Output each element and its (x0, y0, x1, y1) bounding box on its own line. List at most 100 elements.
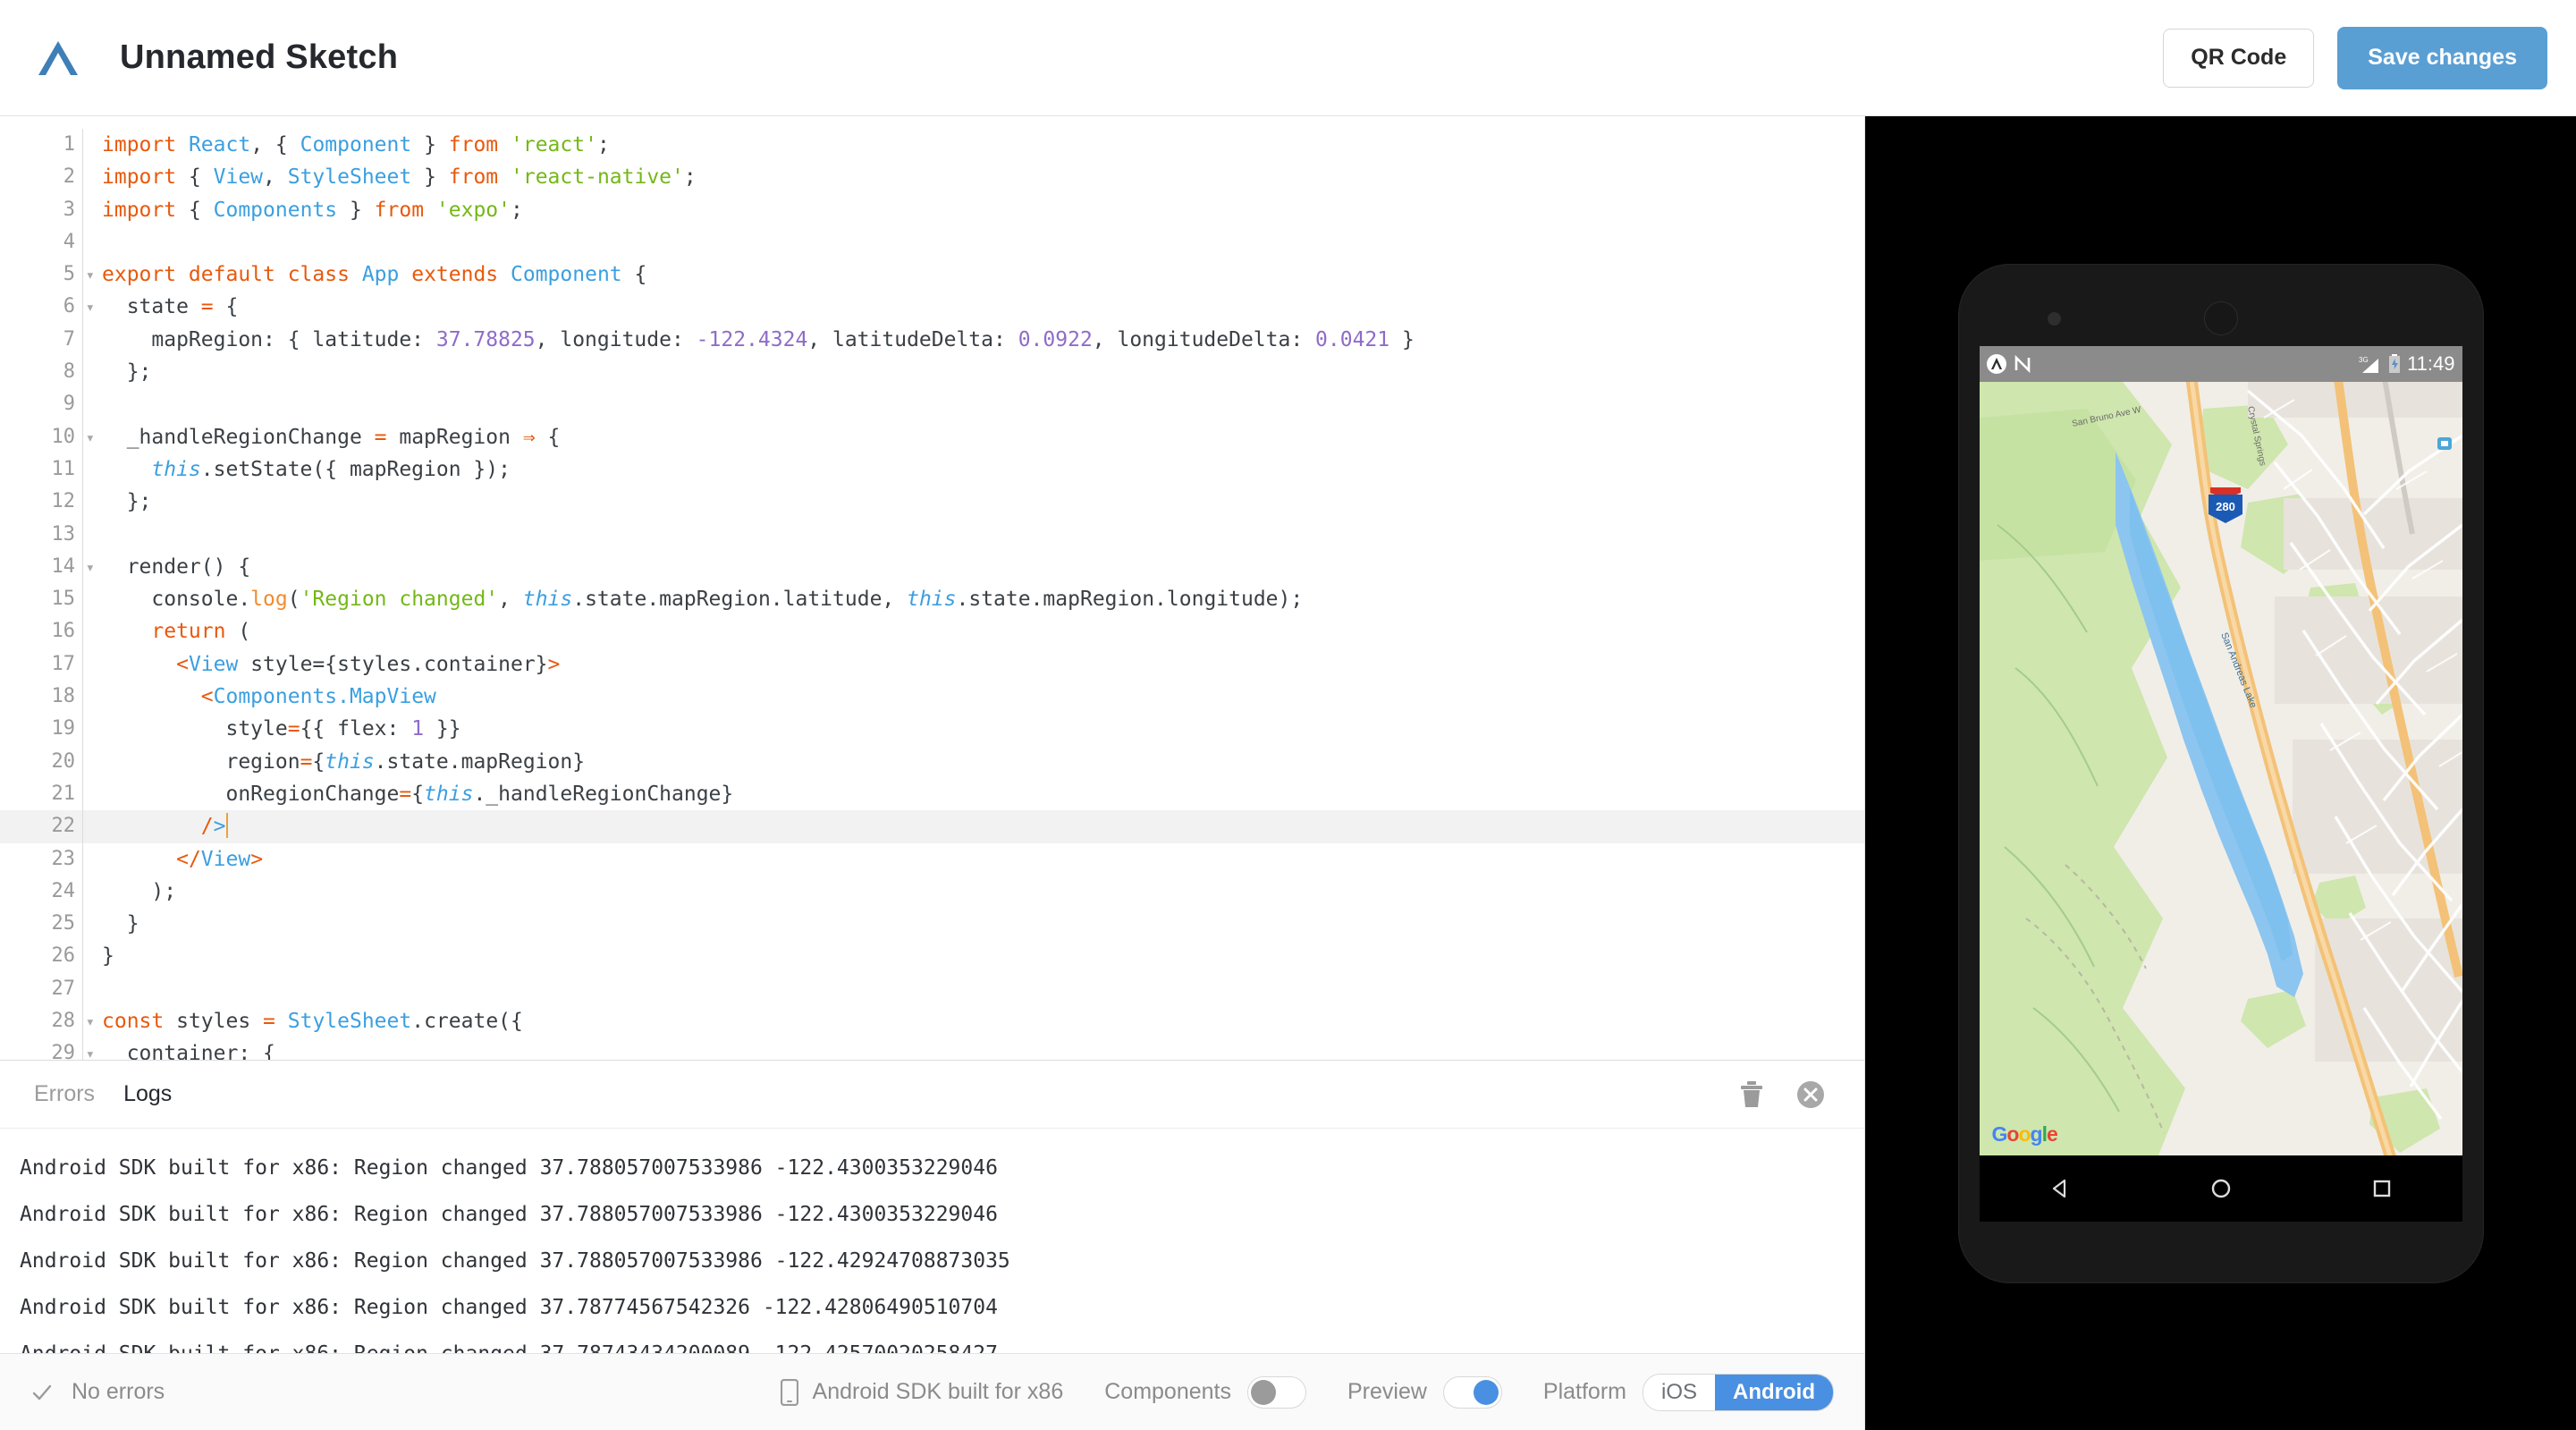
line-number: 22 (51, 815, 76, 838)
code-text: /> (200, 813, 228, 839)
code-line-row[interactable]: 25 } (0, 908, 1864, 941)
code-line-row[interactable]: 15 console.log('Region changed', this.st… (0, 583, 1864, 616)
log-entry: Android SDK built for x86: Region change… (20, 1156, 998, 1180)
code-line-row[interactable]: 16 return ( (0, 615, 1864, 648)
code-editor[interactable]: 1 import React, { Component } from 'react… (0, 116, 1864, 1060)
expo-notification-icon (1986, 353, 2006, 374)
preview-label: Preview (1347, 1379, 1427, 1404)
code-line-row[interactable]: 13 (0, 518, 1864, 551)
google-map-view[interactable]: 280 San Bruno Ave W Crystal Springs San … (1979, 381, 2462, 1155)
platform-option-android[interactable]: Android (1715, 1374, 1833, 1410)
gutter-divider (82, 225, 91, 259)
check-icon (30, 1381, 54, 1404)
code-text: </View> (176, 847, 264, 871)
code-line-row[interactable]: 10 ▾ _handleRegionChange = mapRegion ⇒ { (0, 420, 1864, 454)
trash-icon[interactable] (1728, 1071, 1775, 1118)
code-line-row[interactable]: 8 }; (0, 356, 1864, 389)
page-title: Unnamed Sketch (120, 38, 399, 76)
code-line-row[interactable]: 4 (0, 225, 1864, 259)
line-number: 11 (51, 457, 76, 480)
line-number: 17 (51, 652, 76, 675)
components-toggle[interactable] (1246, 1375, 1306, 1409)
fold-arrow-icon[interactable]: ▾ (82, 1006, 95, 1038)
line-number: 5 ▾ (0, 258, 95, 291)
line-number: 24 (51, 879, 76, 902)
save-changes-button[interactable]: Save changes (2337, 26, 2547, 89)
expo-chevron-logo-icon (30, 30, 86, 86)
code-line-row[interactable]: 22 /> (0, 810, 1864, 843)
line-number: 12 (51, 490, 76, 513)
code-line-row[interactable]: 9 (0, 388, 1864, 421)
fold-arrow-icon[interactable]: ▾ (82, 422, 95, 454)
device-indicator[interactable]: Android SDK built for x86 (780, 1378, 1063, 1406)
platform-segmented-control[interactable]: iOS Android (1643, 1373, 1834, 1411)
gutter-divider (82, 518, 91, 551)
google-watermark: Google (1991, 1121, 2058, 1146)
gutter-divider (82, 681, 91, 714)
gutter-divider (82, 777, 91, 811)
platform-option-ios[interactable]: iOS (1643, 1374, 1716, 1410)
home-circle-icon[interactable] (2206, 1173, 2236, 1204)
code-line-row[interactable]: 1 import React, { Component } from 'react… (0, 129, 1864, 162)
code-line-row[interactable]: 2 import { View, StyleSheet } from 'react… (0, 161, 1864, 194)
tab-errors[interactable]: Errors (20, 1081, 109, 1107)
gutter-divider (82, 647, 91, 681)
code-line-row[interactable]: 24 ); (0, 875, 1864, 909)
line-number: 18 (51, 685, 76, 708)
code-text: import { View, StyleSheet } from 'react-… (102, 165, 697, 190)
code-line-row[interactable]: 17 <View style={styles.container}> (0, 647, 1864, 681)
line-number: 26 (51, 944, 76, 968)
code-line-row[interactable]: 3 import { Components } from 'expo'; (0, 193, 1864, 226)
code-line-row[interactable]: 11 this.setState({ mapRegion }); (0, 453, 1864, 487)
line-number: 21 (51, 782, 76, 805)
code-line-row[interactable]: 14 ▾ render() { (0, 550, 1864, 584)
code-text: mapRegion: { latitude: 37.78825, longitu… (102, 327, 1415, 351)
gutter-divider (82, 388, 91, 421)
code-line-row[interactable]: 19 style={{ flex: 1 }} (0, 713, 1864, 746)
code-line-row[interactable]: 28 ▾ const styles = StyleSheet.create({ (0, 1005, 1864, 1038)
logs-output[interactable]: Android SDK built for x86: Region change… (0, 1129, 1864, 1353)
gutter-divider (82, 129, 91, 162)
code-line-row[interactable]: 20 region={this.state.mapRegion} (0, 745, 1864, 778)
qr-code-button[interactable]: QR Code (2163, 28, 2315, 88)
left-pane: 1 import React, { Component } from 'react… (0, 116, 1865, 1430)
code-text: export default class App extends Compone… (102, 263, 647, 287)
gutter-divider (82, 453, 91, 487)
log-entry: Android SDK built for x86: Region change… (20, 1331, 1864, 1353)
code-line-row[interactable]: 26} (0, 940, 1864, 973)
line-number: 8 (63, 360, 75, 384)
gutter-divider (82, 193, 91, 226)
fold-arrow-icon[interactable]: ▾ (82, 259, 95, 292)
code-text: onRegionChange={this._handleRegionChange… (102, 782, 734, 806)
code-line-row[interactable]: 27 (0, 972, 1864, 1006)
preview-toggle[interactable] (1442, 1375, 1502, 1409)
battery-charging-icon (2388, 353, 2401, 374)
tab-logs[interactable]: Logs (109, 1081, 186, 1107)
code-line-row[interactable]: 12 }; (0, 486, 1864, 519)
line-number: 23 (51, 847, 76, 870)
code-text: state = { (102, 295, 239, 319)
code-line-row[interactable]: 7 mapRegion: { latitude: 37.78825, longi… (0, 323, 1864, 357)
code-line-row[interactable]: 29 ▾ container: { (0, 1037, 1864, 1060)
status-bar: No errors Android SDK built for x86 Comp… (0, 1353, 1864, 1430)
recents-square-icon[interactable] (2367, 1173, 2397, 1204)
back-triangle-icon[interactable] (2045, 1173, 2075, 1204)
fold-arrow-icon[interactable]: ▾ (82, 552, 95, 584)
code-line-row[interactable]: 18 <Components.MapView (0, 681, 1864, 714)
fold-arrow-icon[interactable]: ▾ (82, 292, 95, 324)
line-number: 15 (51, 588, 76, 611)
code-text: style={{ flex: 1 }} (102, 717, 461, 741)
front-camera-icon (2047, 311, 2061, 326)
code-line-row[interactable]: 5 ▾ export default class App extends Compo… (0, 258, 1864, 292)
phone-screen[interactable]: 3G 11:49 280 San Bruno Ave W Crystal Spr… (1979, 345, 2462, 1155)
device-preview-pane: 3G 11:49 280 San Bruno Ave W Crystal Spr… (1865, 116, 2576, 1430)
fold-arrow-icon[interactable]: ▾ (82, 1038, 95, 1060)
code-line-row[interactable]: 6 ▾ state = { (0, 291, 1864, 324)
code-line-row[interactable]: 21 onRegionChange={this._handleRegionCha… (0, 777, 1864, 811)
close-circle-icon[interactable] (1787, 1071, 1834, 1118)
line-number: 9 (63, 393, 75, 416)
gutter-divider (82, 161, 91, 194)
code-line-row[interactable]: 23 </View> (0, 842, 1864, 876)
gutter-divider (82, 323, 91, 357)
